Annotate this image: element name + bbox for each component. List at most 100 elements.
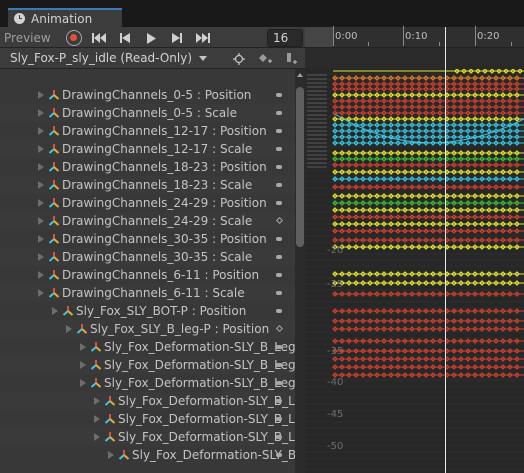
transform-icon (104, 413, 116, 425)
property-row[interactable]: DrawingChannels_18-23 : Position (0, 158, 295, 176)
property-row[interactable]: DrawingChannels_0-5 : Scale (0, 104, 295, 122)
keyframe-filter-icon[interactable] (228, 50, 250, 67)
transform-icon (48, 197, 60, 209)
tab-animation[interactable]: Animation (8, 8, 122, 27)
fold-arrow-icon[interactable] (38, 145, 44, 153)
fold-arrow-icon[interactable] (38, 271, 44, 279)
fold-arrow-icon[interactable] (38, 91, 44, 99)
transform-icon (104, 395, 116, 407)
play-button[interactable] (140, 29, 162, 47)
property-label: Sly_Fox_SLY_B_leg-P : Position (90, 322, 270, 336)
keyframe-indicator-icon[interactable] (276, 129, 282, 133)
keyframe-indicator-icon[interactable] (276, 345, 282, 349)
keyframe-indicator-icon[interactable] (276, 93, 282, 97)
property-label: Sly_Fox_Deformation-SLY_B_L (118, 430, 295, 444)
keyframe-indicator-icon[interactable] (276, 453, 282, 457)
axis-label: -40 (327, 377, 344, 388)
property-row[interactable]: DrawingChannels_18-23 : Scale (0, 176, 295, 194)
window-tab-bar: Animation (0, 0, 524, 27)
last-keyframe-button[interactable] (192, 29, 214, 47)
keyframe-indicator-icon[interactable] (276, 435, 282, 439)
transform-icon (48, 269, 60, 281)
fold-arrow-icon[interactable] (38, 127, 44, 135)
fold-arrow-icon[interactable] (38, 289, 44, 297)
property-label: DrawingChannels_12-17 : Position (62, 124, 267, 138)
property-row[interactable]: Sly_Fox_SLY_BOT-P : Position (0, 302, 295, 320)
property-row[interactable]: DrawingChannels_12-17 : Position (0, 122, 295, 140)
add-event-icon[interactable] (280, 50, 302, 67)
keyframe-indicator-icon[interactable] (276, 309, 282, 313)
keyframe-indicator-icon[interactable] (276, 273, 282, 277)
property-row[interactable]: Sly_Fox_Deformation-SLY_B_Leg (0, 356, 295, 374)
property-row[interactable]: Sly_Fox_Deformation-SLY_B_Leg (0, 338, 295, 356)
keyframe-indicator-icon[interactable] (276, 417, 282, 421)
keyframe-indicator-icon[interactable] (276, 147, 282, 151)
playhead[interactable] (445, 27, 446, 473)
transform-icon (48, 251, 60, 263)
property-scrollbar[interactable] (295, 69, 305, 473)
keyframe-indicator-icon[interactable] (276, 291, 282, 295)
keyframe-indicator-icon[interactable] (275, 324, 284, 333)
keyframe-indicator-icon[interactable] (276, 165, 282, 169)
frame-input[interactable]: 16 (267, 29, 303, 47)
clip-dropdown[interactable]: Sly_Fox-P_sly_idle (Read-Only) (0, 48, 212, 69)
property-row[interactable]: DrawingChannels_30-35 : Scale (0, 248, 295, 266)
keyframe-indicator-icon[interactable] (276, 381, 282, 385)
property-label: Sly_Fox_Deformation-SLY_B_Leg (104, 340, 295, 354)
fold-arrow-icon[interactable] (38, 109, 44, 117)
property-row[interactable]: Sly_Fox_Deformation-SLY_B_L (0, 392, 295, 410)
property-row[interactable]: Sly_Fox_Deformation-SLY_B_L (0, 410, 295, 428)
property-row[interactable]: DrawingChannels_6-11 : Scale (0, 284, 295, 302)
next-keyframe-button[interactable] (166, 29, 188, 47)
fold-arrow-icon[interactable] (38, 181, 44, 189)
fold-arrow-icon[interactable] (38, 163, 44, 171)
property-row[interactable]: Sly_Fox_Deformation-SLY_B (0, 446, 295, 464)
curve-editor[interactable]: -20 -25 -35 -40 -45 -50 (305, 69, 524, 473)
time-ruler[interactable]: 0:00 0:10 0:20 (305, 26, 524, 48)
property-label: Sly_Fox_SLY_BOT-P : Position (76, 304, 247, 318)
keyframe-indicator-icon[interactable] (276, 201, 282, 205)
keyframe-indicator-icon[interactable] (276, 363, 282, 367)
keyframe-indicator-icon[interactable] (276, 255, 282, 259)
fold-arrow-icon[interactable] (38, 253, 44, 261)
property-row[interactable]: Sly_Fox_SLY_B_leg-P : Position (0, 320, 295, 338)
add-keyframe-icon[interactable] (254, 50, 276, 67)
fold-arrow-icon[interactable] (108, 451, 114, 459)
clip-bar: Sly_Fox-P_sly_idle (Read-Only) (0, 48, 305, 69)
fold-arrow-icon[interactable] (94, 415, 100, 423)
keyframe-indicator-icon[interactable] (276, 237, 282, 241)
keyframe-indicator-icon[interactable] (276, 399, 282, 403)
ruler-label: 0:00 (335, 31, 358, 42)
fold-arrow-icon[interactable] (66, 325, 72, 333)
axis-label: -50 (327, 441, 344, 452)
fold-arrow-icon[interactable] (52, 307, 58, 315)
preview-button[interactable]: Preview (4, 29, 60, 47)
property-row[interactable]: Sly_Fox_Deformation-SLY_B_L (0, 428, 295, 446)
record-button[interactable] (66, 30, 82, 46)
property-row[interactable]: DrawingChannels_30-35 : Position (0, 230, 295, 248)
property-row[interactable]: DrawingChannels_12-17 : Scale (0, 140, 295, 158)
fold-arrow-icon[interactable] (80, 379, 86, 387)
property-row[interactable]: DrawingChannels_0-5 : Position (0, 86, 295, 104)
property-label: DrawingChannels_6-11 : Scale (62, 286, 245, 300)
scroll-thumb[interactable] (296, 87, 304, 247)
property-row[interactable]: Sly_Fox_Deformation-SLY_B_Leg (0, 374, 295, 392)
fold-arrow-icon[interactable] (38, 217, 44, 225)
property-row[interactable]: DrawingChannels_6-11 : Position (0, 266, 295, 284)
animation-toolbar: Preview 16 (0, 27, 305, 48)
scroll-up-icon[interactable] (297, 73, 303, 77)
fold-arrow-icon[interactable] (94, 397, 100, 405)
keyframe-indicator-icon[interactable] (275, 216, 284, 225)
fold-arrow-icon[interactable] (94, 433, 100, 441)
keyframe-indicator-icon[interactable] (276, 111, 282, 115)
fold-arrow-icon[interactable] (80, 343, 86, 351)
first-keyframe-button[interactable] (88, 29, 110, 47)
property-label: DrawingChannels_6-11 : Position (62, 268, 260, 282)
property-row[interactable]: DrawingChannels_24-29 : Position (0, 194, 295, 212)
fold-arrow-icon[interactable] (80, 361, 86, 369)
keyframe-indicator-icon[interactable] (276, 183, 282, 187)
fold-arrow-icon[interactable] (38, 199, 44, 207)
fold-arrow-icon[interactable] (38, 235, 44, 243)
property-row[interactable]: DrawingChannels_24-29 : Scale (0, 212, 295, 230)
previous-keyframe-button[interactable] (114, 29, 136, 47)
